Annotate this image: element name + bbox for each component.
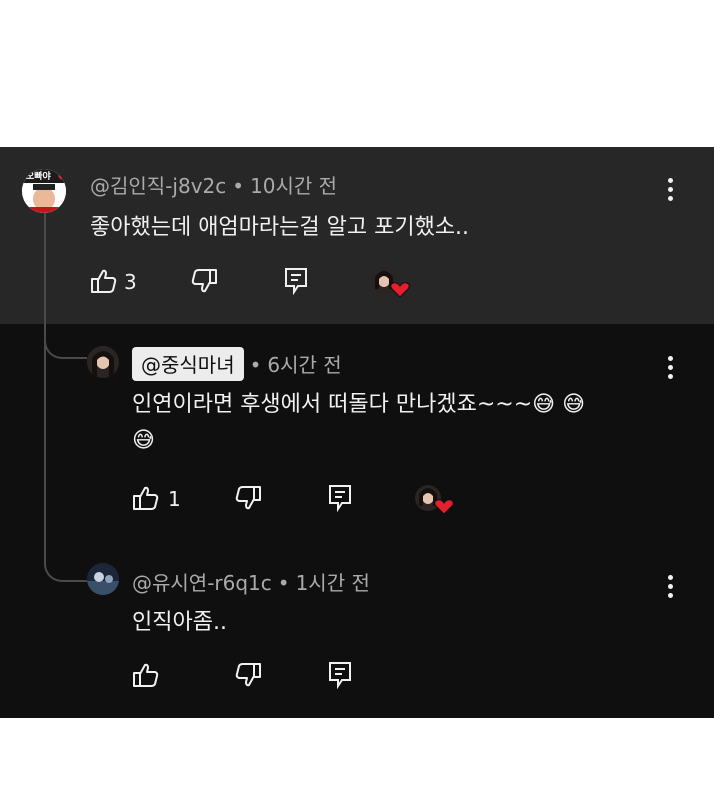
like-button[interactable] <box>132 661 160 693</box>
like-count: 3 <box>124 270 137 294</box>
creator-heart-icon <box>370 267 412 303</box>
more-options-icon[interactable] <box>660 572 680 600</box>
author-handle[interactable]: @중식마녀 <box>132 347 244 381</box>
author-handle[interactable]: @유시연-r6q1c <box>132 571 272 595</box>
dislike-button[interactable] <box>234 484 262 516</box>
avatar-label: 오빠야 <box>26 172 51 182</box>
like-icon <box>91 269 117 293</box>
timestamp[interactable]: 6시간 전 <box>267 353 341 377</box>
emoji: 😅 <box>532 392 556 417</box>
reply-button[interactable] <box>328 661 354 693</box>
comments-panel: 오빠야 @김인직-j8v2c • 10시간 전 좋아했는데 애엄마라는걸 알고 포기… <box>0 147 714 718</box>
timestamp[interactable]: 1시간 전 <box>296 571 370 595</box>
dislike-button[interactable] <box>190 267 218 299</box>
like-count: 1 <box>168 487 181 511</box>
reply-icon <box>329 662 351 690</box>
like-button[interactable] <box>90 267 118 299</box>
comment-text: 인직아좀.. <box>132 610 227 635</box>
avatar[interactable]: 오빠야 <box>22 169 66 213</box>
reply-icon <box>285 268 307 296</box>
timestamp[interactable]: 10시간 전 <box>250 174 337 198</box>
more-options-icon[interactable] <box>660 175 680 203</box>
more-options-icon[interactable] <box>660 353 680 381</box>
comment-text: 인연이라면 후생에서 떠돌다 만나겠죠~~~😅 😅 😅 <box>132 392 585 453</box>
author-handle[interactable]: @김인직-j8v2c <box>90 174 226 198</box>
dislike-button[interactable] <box>234 661 262 693</box>
emoji: 😅 <box>562 392 585 417</box>
avatar[interactable] <box>87 563 119 595</box>
like-icon <box>133 663 159 687</box>
emoji: 😅 <box>132 428 155 453</box>
dislike-icon <box>235 663 261 687</box>
reply-button[interactable] <box>284 267 310 299</box>
like-icon <box>133 486 159 510</box>
comment-meta: @김인직-j8v2c • 10시간 전 <box>90 174 338 198</box>
avatar[interactable] <box>87 346 119 378</box>
like-button[interactable] <box>132 484 160 516</box>
comment-meta: @중식마녀 • 6시간 전 <box>132 347 342 381</box>
comment-meta: @유시연-r6q1c • 1시간 전 <box>132 571 370 595</box>
reply-icon <box>329 485 351 513</box>
reply-button[interactable] <box>328 484 354 516</box>
dislike-icon <box>191 269 217 293</box>
comment-text: 좋아했는데 애엄마라는걸 알고 포기했소.. <box>90 215 470 240</box>
thread-connector <box>44 199 87 582</box>
creator-heart-icon <box>414 484 456 520</box>
dislike-icon <box>235 486 261 510</box>
